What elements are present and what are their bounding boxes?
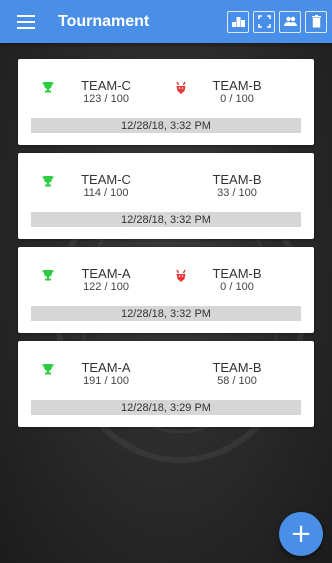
team-score: 123 / 100 — [83, 93, 129, 105]
leaderboard-button[interactable] — [227, 10, 249, 33]
match-card[interactable]: TEAM-A 191 / 100 TEAM-B 58 / 100 12/28/1… — [18, 341, 314, 427]
fullscreen-button[interactable] — [253, 10, 275, 33]
devil-icon — [176, 269, 186, 282]
page-title: Tournament — [58, 12, 150, 30]
players-icon — [283, 16, 297, 26]
leaderboard-icon — [231, 17, 245, 27]
team-score: 191 / 100 — [83, 375, 129, 387]
trophy-icon — [42, 176, 54, 187]
match-date: 12/28/18, 3:32 PM — [31, 118, 301, 133]
team-name: TEAM-C — [81, 78, 131, 93]
team-name: TEAM-B — [212, 172, 262, 187]
team-score: 114 / 100 — [83, 187, 129, 199]
menu-button[interactable] — [0, 0, 52, 43]
plus-icon: + — [290, 519, 312, 549]
match-card[interactable]: TEAM-C 114 / 100 TEAM-B 33 / 100 12/28/1… — [18, 153, 314, 239]
team-score: 0 / 100 — [220, 93, 254, 105]
devil-icon — [176, 81, 186, 94]
delete-button[interactable] — [305, 10, 327, 33]
players-button[interactable] — [279, 10, 301, 33]
trophy-icon — [42, 364, 54, 375]
match-date: 12/28/18, 3:32 PM — [31, 306, 301, 321]
right-team: TEAM-B 58 / 100 — [206, 360, 268, 388]
team-name: TEAM-B — [212, 266, 262, 281]
team-score: 122 / 100 — [83, 281, 129, 293]
team-name: TEAM-A — [81, 360, 131, 375]
match-date: 12/28/18, 3:29 PM — [31, 400, 301, 415]
app-bar: Tournament — [0, 0, 332, 43]
team-score: 58 / 100 — [217, 375, 257, 387]
team-name: TEAM-B — [212, 78, 262, 93]
team-name: TEAM-A — [81, 266, 131, 281]
right-team: TEAM-B 33 / 100 — [206, 172, 268, 200]
left-team: TEAM-A 122 / 100 — [76, 266, 136, 294]
match-date: 12/28/18, 3:32 PM — [31, 212, 301, 227]
delete-icon — [311, 15, 321, 28]
left-team: TEAM-C 114 / 100 — [76, 172, 136, 200]
menu-icon — [17, 14, 35, 29]
trophy-icon — [42, 82, 54, 93]
fullscreen-icon — [257, 15, 271, 28]
trophy-icon — [42, 270, 54, 281]
team-score: 0 / 100 — [220, 281, 254, 293]
team-score: 33 / 100 — [217, 187, 257, 199]
right-team: TEAM-B 0 / 100 — [206, 78, 268, 106]
right-team: TEAM-B 0 / 100 — [206, 266, 268, 294]
match-card[interactable]: TEAM-A 122 / 100 TEAM-B 0 / 100 12/28/18… — [18, 247, 314, 333]
team-name: TEAM-C — [81, 172, 131, 187]
team-name: TEAM-B — [212, 360, 262, 375]
match-card[interactable]: TEAM-C 123 / 100 TEAM-B 0 / 100 12/28/18… — [18, 59, 314, 145]
add-match-button[interactable]: + — [279, 512, 323, 556]
left-team: TEAM-C 123 / 100 — [76, 78, 136, 106]
match-list: TEAM-C 123 / 100 TEAM-B 0 / 100 12/28/18… — [18, 59, 314, 435]
left-team: TEAM-A 191 / 100 — [76, 360, 136, 388]
